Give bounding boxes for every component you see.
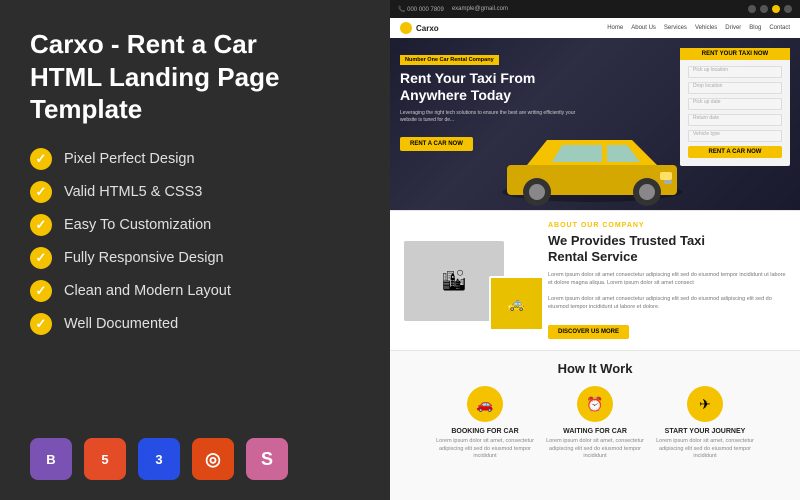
sass-badge: S [246, 438, 288, 480]
booking-form[interactable]: RENT YOUR TAXI NOW Pick up location Drop … [680, 48, 790, 166]
feature-text: Fully Responsive Design [64, 250, 224, 266]
step-title: BOOKING FOR CAR [435, 428, 535, 435]
how-step: 🚗 BOOKING FOR CAR Lorem ipsum dolor sit … [435, 386, 535, 461]
preview-about-section: 🏙 🚕 ABOUT OUR COMPANY We Provides Truste… [390, 210, 800, 350]
preview-hero-section: 📞 000 000 7809 example@gmail.com Carxo H… [390, 0, 800, 210]
tech-icons-row: B53 ◎ S [30, 438, 360, 480]
check-icon [30, 280, 52, 302]
step-icon: ✈ [687, 386, 723, 422]
nav-link[interactable]: Home [607, 25, 623, 31]
nav-logo-icon [400, 22, 412, 34]
step-title: WAITING FOR CAR [545, 428, 645, 435]
form-field[interactable]: Pick up location [688, 66, 782, 78]
feature-item: Easy To Customization [30, 214, 360, 236]
about-text: ABOUT OUR COMPANY We Provides Trusted Ta… [548, 222, 786, 338]
form-field[interactable]: Drop location [688, 82, 782, 94]
nav-link[interactable]: Blog [749, 25, 761, 31]
how-step: ⏰ WAITING FOR CAR Lorem ipsum dolor sit … [545, 386, 645, 461]
social-icon-4 [784, 5, 792, 13]
feature-text: Valid HTML5 & CSS3 [64, 184, 202, 200]
form-submit-button[interactable]: RENT A CAR NOW [688, 146, 782, 158]
step-icon: 🚗 [467, 386, 503, 422]
nav-link[interactable]: Driver [725, 25, 741, 31]
form-title: RENT YOUR TAXI NOW [680, 48, 790, 60]
about-image-area: 🏙 🚕 [404, 241, 534, 321]
step-icon: ⏰ [577, 386, 613, 422]
check-icon [30, 181, 52, 203]
feature-item: Well Documented [30, 313, 360, 335]
about-label-company: OUR COMPANY [581, 222, 645, 229]
hero-cta-button[interactable]: RENT A CAR NOW [400, 137, 473, 151]
form-field[interactable]: Pick up date [688, 98, 782, 110]
product-title: Carxo - Rent a Car HTML Landing Page Tem… [30, 28, 360, 126]
hero-car-image [492, 120, 692, 210]
nav-logo-text: Carxo [416, 24, 439, 33]
form-input[interactable]: Vehicle type [688, 130, 782, 142]
step-description: Lorem ipsum dolor sit amet, consectetur … [655, 438, 755, 461]
check-icon [30, 313, 52, 335]
nav-logo: Carxo [400, 22, 439, 34]
hero-nav: Carxo Home About Us Services Vehicles Driver… [390, 18, 800, 38]
social-icon-1 [748, 5, 756, 13]
hero-title: Rent Your Taxi From Anywhere Today [400, 70, 672, 104]
feature-item: Clean and Modern Layout [30, 280, 360, 302]
hero-topbar: 📞 000 000 7809 example@gmail.com [390, 0, 800, 18]
car-svg [492, 120, 692, 210]
css3-badge: 3 [138, 438, 180, 480]
hero-badge: Number One Car Rental Company [400, 55, 499, 65]
nav-link[interactable]: Vehicles [695, 25, 717, 31]
topbar-social [748, 5, 792, 13]
right-panel: 📞 000 000 7809 example@gmail.com Carxo H… [390, 0, 800, 500]
about-overlay-image: 🚕 [489, 276, 544, 331]
topbar-contact: 📞 000 000 7809 example@gmail.com [398, 6, 508, 13]
about-label-prefix: ABOUT [548, 222, 578, 229]
left-panel: Carxo - Rent a Car HTML Landing Page Tem… [0, 0, 390, 500]
feature-text: Clean and Modern Layout [64, 283, 231, 299]
check-icon [30, 247, 52, 269]
features-list: Pixel Perfect Design Valid HTML5 & CSS3 Ea… [30, 148, 360, 335]
how-title: How It Work [404, 361, 786, 376]
feature-text: Pixel Perfect Design [64, 151, 195, 167]
form-input[interactable]: Pick up location [688, 66, 782, 78]
check-icon [30, 148, 52, 170]
about-overlay-placeholder: 🚕 [491, 278, 542, 329]
codeigniter-badge: ◎ [192, 438, 234, 480]
nav-link[interactable]: About Us [631, 25, 656, 31]
feature-item: Valid HTML5 & CSS3 [30, 181, 360, 203]
check-icon [30, 214, 52, 236]
how-step: ✈ START YOUR JOURNEY Lorem ipsum dolor s… [655, 386, 755, 461]
step-description: Lorem ipsum dolor sit amet, consectetur … [545, 438, 645, 461]
bootstrap-badge: B [30, 438, 72, 480]
topbar-email: example@gmail.com [452, 6, 508, 12]
feature-item: Fully Responsive Design [30, 247, 360, 269]
hero-content: Number One Car Rental Company Rent Your … [390, 38, 800, 210]
step-title: START YOUR JOURNEY [655, 428, 755, 435]
form-field[interactable]: Vehicle type [688, 130, 782, 142]
form-field[interactable]: Return date [688, 114, 782, 126]
feature-item: Pixel Perfect Design [30, 148, 360, 170]
topbar-phone: 📞 000 000 7809 [398, 6, 444, 13]
form-input[interactable]: Drop location [688, 82, 782, 94]
form-input[interactable]: Pick up date [688, 98, 782, 110]
html5-badge: 5 [84, 438, 126, 480]
feature-text: Easy To Customization [64, 217, 211, 233]
form-input[interactable]: Return date [688, 114, 782, 126]
how-steps: 🚗 BOOKING FOR CAR Lorem ipsum dolor sit … [404, 386, 786, 461]
feature-text: Well Documented [64, 316, 178, 332]
about-label: ABOUT OUR COMPANY [548, 222, 786, 229]
about-title: We Provides Trusted Taxi Rental Service [548, 233, 786, 264]
about-description-2: Lorem ipsum dolor sit amet consectetur a… [548, 295, 786, 312]
social-icon-2 [760, 5, 768, 13]
nav-link[interactable]: Services [664, 25, 687, 31]
nav-links: Home About Us Services Vehicles Driver Blog Co… [607, 25, 790, 31]
step-description: Lorem ipsum dolor sit amet, consectetur … [435, 438, 535, 461]
about-description-1: Lorem ipsum dolor sit amet consectetur a… [548, 271, 786, 288]
nav-link[interactable]: Contact [769, 25, 790, 31]
preview-how-section: How It Work 🚗 BOOKING FOR CAR Lorem ipsu… [390, 350, 800, 500]
hero-left: Number One Car Rental Company Rent Your … [400, 48, 672, 210]
social-icon-3 [772, 5, 780, 13]
about-cta-button[interactable]: DISCOVER US MORE [548, 325, 629, 339]
